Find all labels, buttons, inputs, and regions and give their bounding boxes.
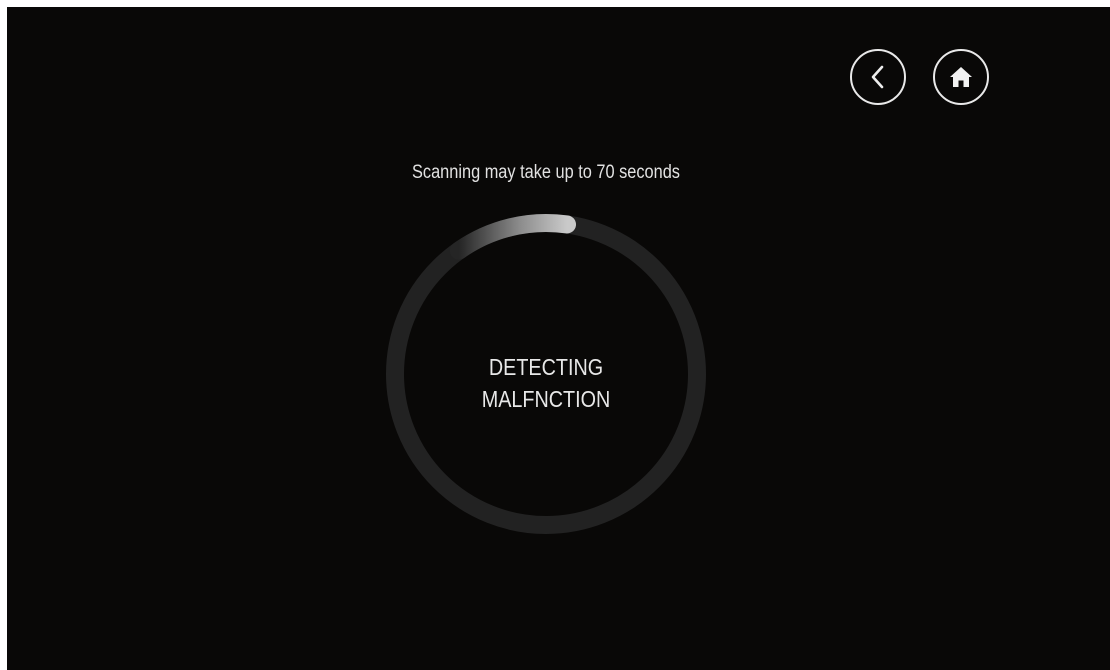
home-icon — [948, 65, 974, 89]
back-button[interactable] — [850, 49, 906, 105]
home-button[interactable] — [933, 49, 989, 105]
progress-ring-fill — [449, 214, 577, 260]
scan-status-line-1: DETECTING — [488, 354, 604, 380]
scan-duration-hint: Scanning may take up to 70 seconds — [412, 162, 680, 183]
scan-status-label: DETECTING MALFNCTION — [417, 351, 675, 415]
scan-screen: Scanning may take up to 70 seconds DETEC… — [7, 7, 1110, 670]
scan-status-line-2: MALFNCTION — [481, 386, 611, 412]
chevron-left-icon — [867, 64, 889, 90]
